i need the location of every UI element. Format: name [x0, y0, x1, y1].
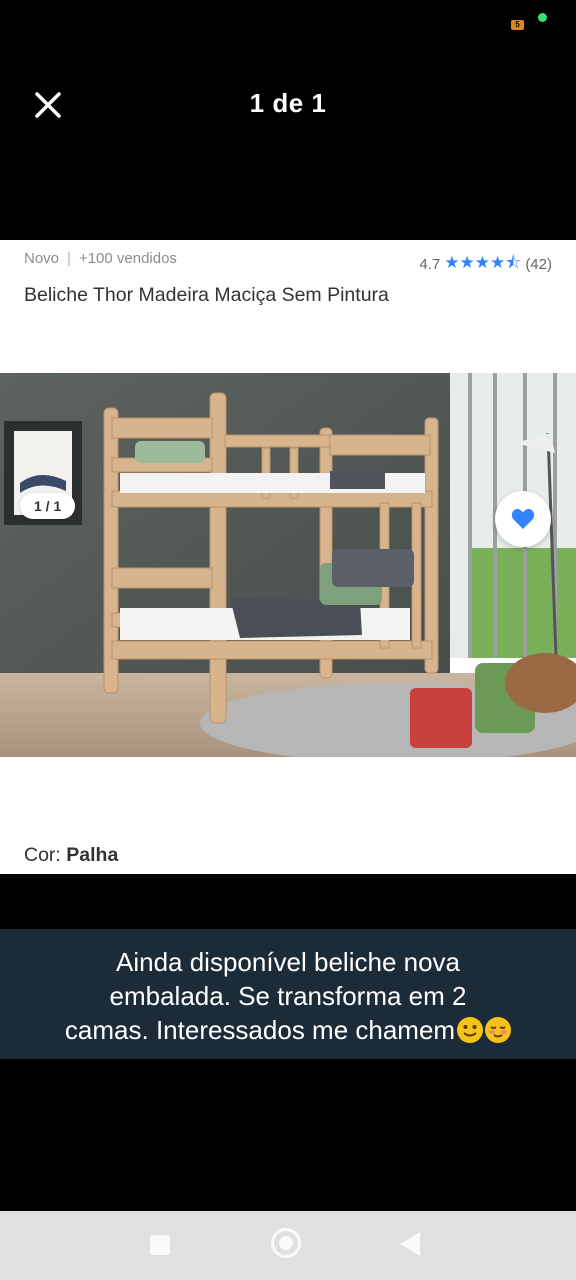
review-count: (42) — [525, 256, 552, 273]
status-bar: 5 — [0, 0, 576, 40]
favorite-button[interactable] — [495, 491, 551, 547]
nav-back-icon[interactable] — [400, 1232, 420, 1256]
notification-dot — [538, 13, 547, 22]
product-image: 1 / 1 — [0, 373, 576, 757]
status-caption: Ainda disponível beliche nova embalada. … — [0, 929, 576, 1059]
system-nav-bar — [0, 1211, 576, 1280]
meta-divider: | — [67, 250, 71, 267]
rating-value: 4.7 — [419, 256, 441, 273]
viewer-header: 1 de 1 — [0, 70, 576, 140]
product-meta-row: Novo | +100 vendidos 4.7 ★★★★⯪ (42) — [24, 250, 552, 273]
relieved-emoji-icon — [485, 1017, 512, 1043]
viewer-counter: 1 de 1 — [249, 88, 327, 118]
color-selector: Cor: Palha — [24, 844, 118, 867]
caption-line: Ainda disponível beliche nova — [115, 947, 461, 977]
caption-line: camas. Interessados me chamem — [18, 1013, 558, 1047]
product-card: Novo | +100 vendidos 4.7 ★★★★⯪ (42) Belich… — [0, 240, 576, 874]
color-label: Cor: — [24, 844, 61, 866]
smile-emoji-icon — [457, 1017, 484, 1043]
color-value: Palha — [66, 844, 119, 866]
caption-line: embalada. Se transforma em 2 — [109, 981, 467, 1011]
nav-recents-icon[interactable] — [150, 1235, 170, 1255]
nav-home-icon[interactable] — [271, 1228, 301, 1258]
rating: 4.7 ★★★★⯪ (42) — [419, 250, 552, 279]
sold-count: +100 vendidos — [78, 250, 177, 267]
battery-icon: 5 — [511, 20, 524, 30]
image-counter: 1 / 1 — [20, 493, 76, 519]
condition-label: Novo — [24, 250, 60, 267]
product-meta: Novo | +100 vendidos — [24, 250, 177, 267]
heart-icon — [511, 509, 535, 529]
caption-text: Ainda disponível beliche nova embalada. … — [18, 945, 558, 1047]
product-title: Beliche Thor Madeira Maciça Sem Pintura — [24, 284, 389, 306]
caption-line-text: camas. Interessados me chamem — [64, 1015, 456, 1045]
star-icon: ★★★★⯪ — [444, 253, 522, 272]
